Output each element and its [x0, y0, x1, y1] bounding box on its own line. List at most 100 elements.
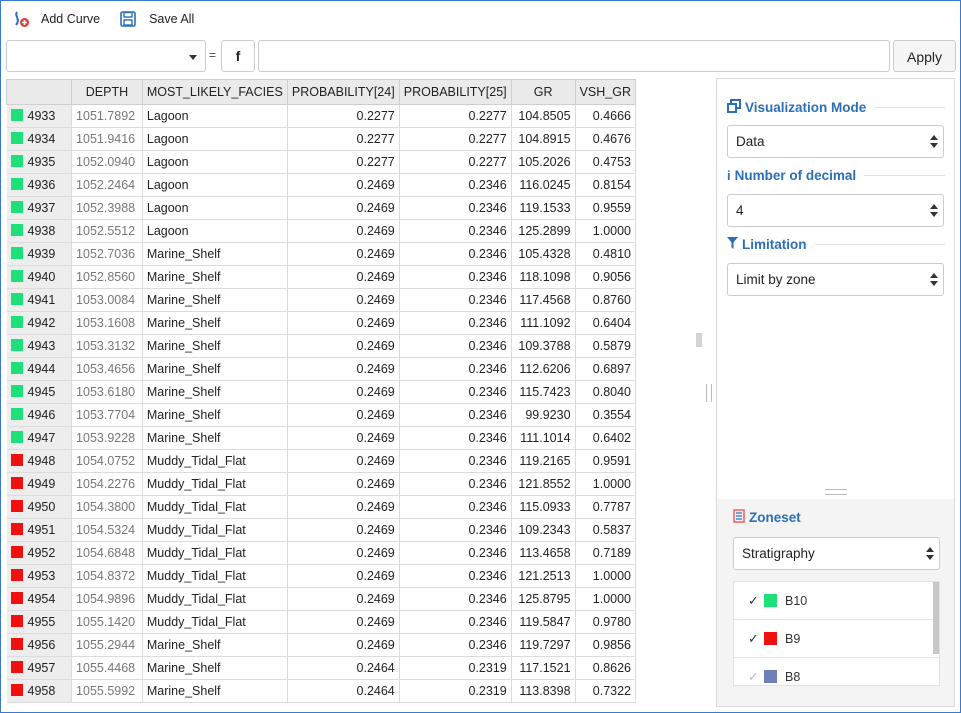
depth-cell[interactable]: 1053.0084 [71, 288, 143, 312]
vsh-gr-cell[interactable]: 0.7787 [575, 495, 636, 519]
table-row[interactable]: 4951 1054.5324 Muddy_Tidal_Flat 0.2469 0.234… [6, 518, 636, 542]
probability-24-cell[interactable]: 0.2469 [287, 495, 400, 519]
depth-cell[interactable]: 1054.6848 [71, 541, 143, 565]
probability-25-cell[interactable]: 0.2346 [399, 541, 512, 565]
depth-cell[interactable]: 1052.0940 [71, 150, 143, 174]
gr-cell[interactable]: 115.7423 [511, 380, 576, 404]
vsh-gr-cell[interactable]: 0.9591 [575, 449, 636, 473]
facies-cell[interactable]: Muddy_Tidal_Flat [142, 472, 288, 496]
depth-cell[interactable]: 1054.9896 [71, 587, 143, 611]
table-row[interactable]: 4950 1054.3800 Muddy_Tidal_Flat 0.2469 0.234… [6, 495, 636, 519]
table-row[interactable]: 4958 1055.5992 Marine_Shelf 0.2464 0.2319 113… [6, 679, 636, 703]
probability-25-cell[interactable]: 0.2346 [399, 403, 512, 427]
probability-24-cell[interactable]: 0.2469 [287, 449, 400, 473]
gr-cell[interactable]: 99.9230 [511, 403, 576, 427]
row-index-cell[interactable]: 4953 [6, 564, 73, 588]
row-index-cell[interactable]: 4947 [6, 426, 73, 450]
probability-25-cell[interactable]: 0.2346 [399, 196, 512, 220]
facies-cell[interactable]: Muddy_Tidal_Flat [142, 610, 288, 634]
column-header-probability-24[interactable]: PROBABILITY[24] [286, 79, 400, 105]
probability-24-cell[interactable]: 0.2469 [287, 403, 400, 427]
gr-cell[interactable]: 117.1521 [511, 656, 576, 680]
gr-cell[interactable]: 111.1092 [511, 311, 576, 335]
vsh-gr-cell[interactable]: 1.0000 [575, 219, 636, 243]
gr-cell[interactable]: 109.2343 [511, 518, 576, 542]
vsh-gr-cell[interactable]: 0.4666 [575, 104, 636, 128]
depth-cell[interactable]: 1053.6180 [71, 380, 143, 404]
vsh-gr-cell[interactable]: 0.5837 [575, 518, 636, 542]
table-row[interactable]: 4947 1053.9228 Marine_Shelf 0.2469 0.2346 111… [6, 426, 636, 450]
depth-cell[interactable]: 1055.1420 [71, 610, 143, 634]
probability-24-cell[interactable]: 0.2469 [287, 311, 400, 335]
vsh-gr-cell[interactable]: 1.0000 [575, 472, 636, 496]
probability-24-cell[interactable]: 0.2469 [287, 196, 400, 220]
table-row[interactable]: 4957 1055.4468 Marine_Shelf 0.2464 0.2319 117… [6, 656, 636, 680]
probability-25-cell[interactable]: 0.2346 [399, 564, 512, 588]
row-index-cell[interactable]: 4954 [6, 587, 73, 611]
depth-cell[interactable]: 1054.2276 [71, 472, 143, 496]
probability-24-cell[interactable]: 0.2464 [287, 656, 400, 680]
depth-cell[interactable]: 1051.7892 [71, 104, 143, 128]
probability-25-cell[interactable]: 0.2346 [399, 449, 512, 473]
gr-cell[interactable]: 105.4328 [511, 242, 576, 266]
row-index-cell[interactable]: 4943 [6, 334, 73, 358]
facies-cell[interactable]: Lagoon [142, 127, 288, 151]
column-header-depth[interactable]: DEPTH [71, 79, 143, 105]
probability-24-cell[interactable]: 0.2469 [287, 219, 400, 243]
table-row[interactable]: 4953 1054.8372 Muddy_Tidal_Flat 0.2469 0.234… [6, 564, 636, 588]
vsh-gr-cell[interactable]: 0.8040 [575, 380, 636, 404]
table-row[interactable]: 4937 1052.3988 Lagoon 0.2469 0.2346 119.1533 0… [6, 196, 636, 220]
gr-cell[interactable]: 104.8915 [511, 127, 576, 151]
facies-cell[interactable]: Marine_Shelf [142, 265, 288, 289]
probability-24-cell[interactable]: 0.2469 [287, 564, 400, 588]
row-index-cell[interactable]: 4944 [6, 357, 73, 381]
depth-cell[interactable]: 1052.5512 [71, 219, 143, 243]
facies-cell[interactable]: Marine_Shelf [142, 426, 288, 450]
add-curve-button[interactable]: Add Curve [12, 0, 100, 38]
vsh-gr-cell[interactable]: 0.9780 [575, 610, 636, 634]
row-index-cell[interactable]: 4938 [6, 219, 73, 243]
probability-25-cell[interactable]: 0.2346 [399, 610, 512, 634]
table-row[interactable]: 4949 1054.2276 Muddy_Tidal_Flat 0.2469 0.234… [6, 472, 636, 496]
table-row[interactable]: 4948 1054.0752 Muddy_Tidal_Flat 0.2469 0.234… [6, 449, 636, 473]
gr-cell[interactable]: 119.1533 [511, 196, 576, 220]
facies-cell[interactable]: Muddy_Tidal_Flat [142, 587, 288, 611]
table-row[interactable]: 4952 1054.6848 Muddy_Tidal_Flat 0.2469 0.234… [6, 541, 636, 565]
facies-cell[interactable]: Marine_Shelf [142, 403, 288, 427]
gr-cell[interactable]: 115.0933 [511, 495, 576, 519]
splitter-handle[interactable] [696, 333, 702, 347]
column-header-facies[interactable]: MOST_LIKELY_FACIES [141, 79, 288, 105]
vsh-gr-cell[interactable]: 0.7189 [575, 541, 636, 565]
probability-24-cell[interactable]: 0.2469 [287, 334, 400, 358]
vsh-gr-cell[interactable]: 0.4753 [575, 150, 636, 174]
probability-25-cell[interactable]: 0.2277 [399, 150, 512, 174]
depth-cell[interactable]: 1054.5324 [71, 518, 143, 542]
depth-cell[interactable]: 1052.8560 [71, 265, 143, 289]
gr-cell[interactable]: 119.5847 [511, 610, 576, 634]
facies-cell[interactable]: Muddy_Tidal_Flat [142, 495, 288, 519]
gr-cell[interactable]: 119.2165 [511, 449, 576, 473]
row-index-cell[interactable]: 4935 [6, 150, 73, 174]
gr-cell[interactable]: 118.1098 [511, 265, 576, 289]
row-index-cell[interactable]: 4951 [6, 518, 73, 542]
zoneset-select[interactable]: Stratigraphy [733, 537, 940, 570]
row-index-cell[interactable]: 4956 [6, 633, 73, 657]
probability-24-cell[interactable]: 0.2464 [287, 679, 400, 703]
probability-25-cell[interactable]: 0.2346 [399, 380, 512, 404]
probability-24-cell[interactable]: 0.2277 [287, 150, 400, 174]
facies-cell[interactable]: Lagoon [142, 173, 288, 197]
table-row[interactable]: 4943 1053.3132 Marine_Shelf 0.2469 0.2346 109… [6, 334, 636, 358]
facies-cell[interactable]: Marine_Shelf [142, 334, 288, 358]
resize-grip[interactable] [825, 489, 847, 495]
depth-cell[interactable]: 1055.4468 [71, 656, 143, 680]
probability-25-cell[interactable]: 0.2346 [399, 587, 512, 611]
probability-25-cell[interactable]: 0.2346 [399, 242, 512, 266]
facies-cell[interactable]: Marine_Shelf [142, 633, 288, 657]
probability-24-cell[interactable]: 0.2469 [287, 265, 400, 289]
probability-25-cell[interactable]: 0.2346 [399, 357, 512, 381]
facies-cell[interactable]: Marine_Shelf [142, 311, 288, 335]
checkmark-icon[interactable]: ✓ [748, 669, 764, 685]
vsh-gr-cell[interactable]: 0.4676 [575, 127, 636, 151]
facies-cell[interactable]: Marine_Shelf [142, 357, 288, 381]
vsh-gr-cell[interactable]: 0.8154 [575, 173, 636, 197]
